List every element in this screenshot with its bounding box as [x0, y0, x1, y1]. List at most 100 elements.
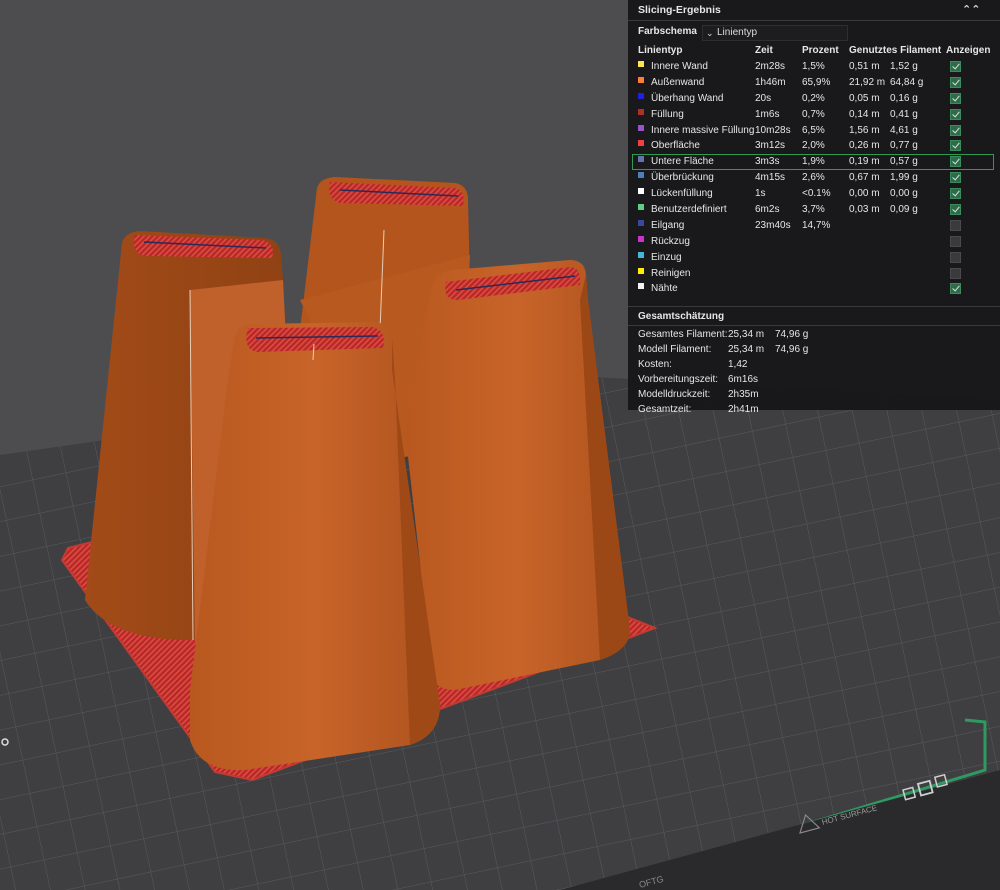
color-swatch — [638, 204, 644, 211]
line-type-percent: 14,7% — [802, 219, 831, 231]
color-scheme-value: Linientyp — [717, 27, 758, 38]
line-type-name: Überhang Wand — [651, 92, 724, 104]
show-checkbox[interactable] — [950, 267, 961, 279]
estimate-row: Vorbereitungszeit: 6m16s — [628, 373, 1000, 388]
line-type-name: Einzug — [651, 251, 682, 263]
estimate-label: Gesamtes Filament: — [638, 329, 728, 341]
line-type-time: 1h46m — [755, 76, 786, 88]
estimate-label: Vorbereitungszeit: — [638, 374, 719, 386]
line-type-percent: <0.1% — [802, 188, 831, 200]
color-swatch — [638, 124, 644, 131]
table-row[interactable]: Reinigen — [628, 266, 1000, 282]
estimate-row: Kosten: 1,42 — [628, 358, 1000, 373]
estimate-value: 6m16s — [728, 374, 759, 386]
line-type-name: Innere Wand — [651, 61, 708, 72]
estimate-row: Modell Filament: 25,34 m 74,96 g — [628, 343, 1000, 358]
show-checkbox[interactable] — [950, 124, 961, 136]
estimate-value: 2h35m — [728, 389, 759, 401]
column-header-filament: Genutztes Filament — [849, 45, 942, 56]
table-row[interactable]: Innere Wand 2m28s 1,5% 0,51 m 1,52 g — [628, 59, 1000, 75]
table-row[interactable]: Untere Fläche 3m3s 1,9% 0,19 m 0,57 g — [632, 154, 994, 171]
color-scheme-dropdown[interactable]: ⌄ Linientyp — [702, 25, 848, 41]
column-header-type: Linientyp — [638, 45, 683, 56]
show-checkbox[interactable] — [950, 283, 961, 295]
column-header-time: Zeit — [755, 45, 773, 56]
line-type-grams: 0,09 g — [890, 204, 918, 216]
line-type-meters: 21,92 m — [849, 76, 886, 88]
show-checkbox[interactable] — [950, 92, 961, 104]
estimate-row: Gesamtzeit: 2h41m — [628, 403, 1000, 418]
panel-title: Slicing-Ergebnis — [638, 4, 721, 16]
line-type-name: Außenwand — [651, 76, 705, 88]
panel-header: Slicing-Ergebnis ⌃⌃ — [628, 0, 1000, 21]
column-header-percent: Prozent — [802, 45, 839, 56]
collapse-icon[interactable]: ⌃⌃ — [962, 0, 980, 20]
table-row[interactable]: Einzug — [628, 250, 1000, 266]
column-header-show: Anzeigen — [946, 45, 991, 56]
show-checkbox[interactable] — [950, 61, 961, 72]
line-type-grams: 4,61 g — [890, 124, 918, 136]
line-type-grams: 0,77 g — [890, 140, 918, 152]
show-checkbox[interactable] — [950, 235, 961, 247]
estimate-row: Modelldruckzeit: 2h35m — [628, 388, 1000, 403]
show-checkbox[interactable] — [950, 172, 961, 184]
table-row[interactable]: Lückenfüllung 1s <0.1% 0,00 m 0,00 g — [628, 186, 1000, 202]
line-type-percent: 2,0% — [802, 140, 825, 152]
table-row[interactable]: Benutzerdefiniert 6m2s 3,7% 0,03 m 0,09 g — [628, 202, 1000, 218]
line-type-percent: 65,9% — [802, 76, 831, 88]
table-row[interactable]: Überbrückung 4m15s 2,6% 0,67 m 1,99 g — [628, 170, 1000, 186]
line-type-percent: 0,2% — [802, 92, 825, 104]
table-row[interactable]: Füllung 1m6s 0,7% 0,14 m 0,41 g — [628, 107, 1000, 123]
color-swatch — [638, 92, 644, 99]
line-type-meters: 1,56 m — [849, 124, 880, 136]
table-row[interactable]: Nähte — [628, 281, 1000, 297]
line-type-meters: 0,00 m — [849, 188, 880, 200]
table-row[interactable]: Eilgang 23m40s 14,7% — [628, 218, 1000, 234]
line-type-time: 3m3s — [755, 156, 780, 168]
color-swatch — [638, 140, 644, 147]
show-checkbox[interactable] — [950, 156, 961, 168]
line-type-time: 1m6s — [755, 108, 780, 120]
tower-front-right — [405, 260, 630, 690]
line-type-meters: 0,05 m — [849, 92, 880, 104]
color-swatch — [638, 219, 644, 226]
show-checkbox[interactable] — [950, 108, 961, 120]
line-type-name: Reinigen — [651, 267, 691, 279]
color-swatch — [638, 76, 644, 83]
color-swatch — [638, 251, 644, 258]
show-checkbox[interactable] — [950, 188, 961, 200]
show-checkbox[interactable] — [950, 219, 961, 231]
table-row[interactable]: Außenwand 1h46m 65,9% 21,92 m 64,84 g — [628, 75, 1000, 91]
line-type-name: Nähte — [651, 283, 678, 295]
estimate-value: 2h41m — [728, 404, 759, 416]
line-type-time: 10m28s — [755, 124, 791, 136]
line-type-name: Benutzerdefiniert — [651, 204, 727, 216]
line-type-name: Füllung — [651, 108, 684, 120]
color-swatch — [638, 156, 644, 163]
line-type-time: 3m12s — [755, 140, 786, 152]
color-scheme-row: Farbschema ⌄ Linientyp — [628, 23, 1000, 43]
line-type-percent: 1,9% — [802, 156, 825, 168]
line-type-grams: 0,57 g — [890, 156, 918, 168]
estimate-list: Gesamtes Filament: 25,34 m 74,96 g Modell F… — [628, 328, 1000, 418]
show-checkbox[interactable] — [950, 140, 961, 152]
line-type-name: Überbrückung — [651, 172, 714, 184]
line-type-grams: 1,52 g — [890, 61, 918, 72]
show-checkbox[interactable] — [950, 204, 961, 216]
estimate-label: Modell Filament: — [638, 344, 712, 356]
table-row[interactable]: Innere massive Füllung 10m28s 6,5% 1,56 m 4,… — [628, 123, 1000, 139]
line-type-name: Untere Fläche — [651, 156, 714, 168]
line-type-name: Oberfläche — [651, 140, 700, 152]
estimate-value: 25,34 m — [728, 329, 765, 341]
line-type-grams: 0,16 g — [890, 92, 918, 104]
line-type-time: 4m15s — [755, 172, 786, 184]
line-type-percent: 0,7% — [802, 108, 825, 120]
table-row[interactable]: Oberfläche 3m12s 2,0% 0,26 m 0,77 g — [628, 138, 1000, 154]
show-checkbox[interactable] — [950, 251, 961, 263]
color-scheme-label: Farbschema — [638, 26, 697, 37]
line-type-meters: 0,14 m — [849, 108, 880, 120]
table-row[interactable]: Rückzug — [628, 234, 1000, 250]
line-type-meters: 0,26 m — [849, 140, 880, 152]
table-row[interactable]: Überhang Wand 20s 0,2% 0,05 m 0,16 g — [628, 91, 1000, 107]
show-checkbox[interactable] — [950, 76, 961, 88]
